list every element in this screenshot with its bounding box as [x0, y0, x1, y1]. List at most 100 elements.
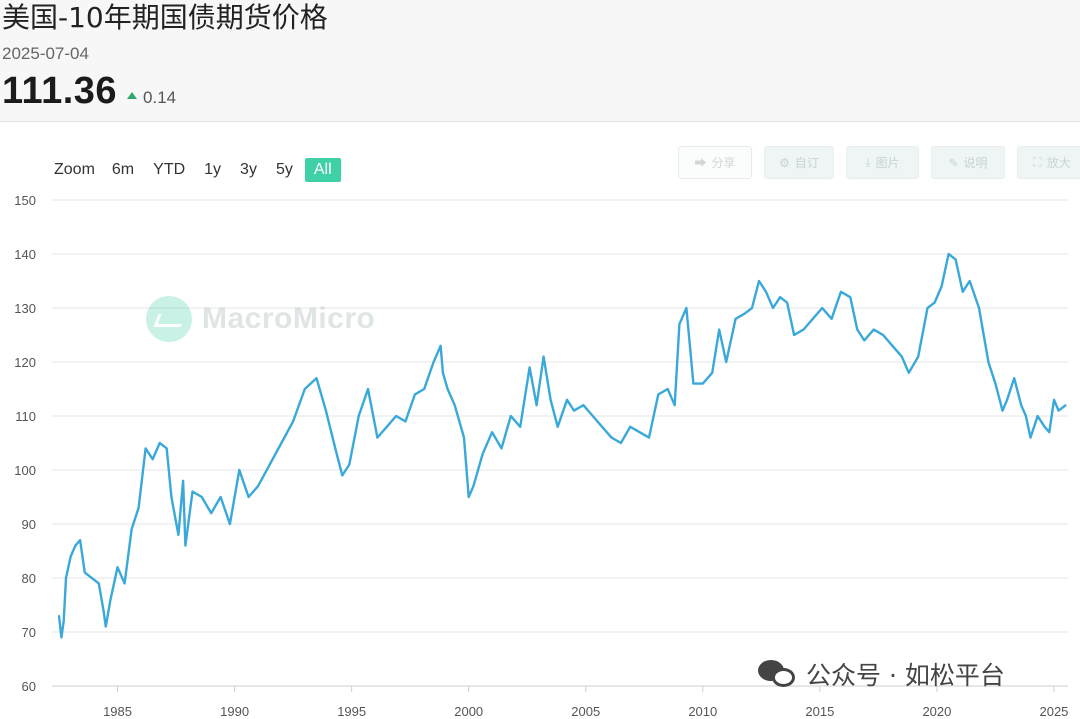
data-point: [97, 582, 100, 585]
data-point: [268, 463, 271, 466]
x-tick-label: 2025: [1039, 704, 1068, 719]
data-point: [802, 328, 805, 331]
data-point: [933, 301, 936, 304]
expand-icon: ⛶: [1033, 155, 1042, 169]
data-point: [200, 496, 203, 498]
data-point: [961, 290, 964, 293]
x-tick-label: 2015: [805, 704, 834, 719]
note-button[interactable]: ✎ 说明: [931, 146, 1005, 179]
data-point: [648, 436, 650, 439]
y-tick-label: 130: [14, 301, 36, 316]
data-point: [821, 307, 824, 309]
data-point: [74, 544, 77, 547]
triangle-up-icon: [127, 92, 138, 99]
data-point: [453, 404, 456, 407]
range-button-all[interactable]: All: [304, 158, 341, 182]
y-tick-label: 150: [14, 193, 36, 208]
data-point: [725, 361, 728, 363]
data-point: [65, 577, 67, 579]
x-tick-label: 1990: [220, 704, 249, 719]
data-point: [978, 307, 980, 309]
data-point: [718, 328, 721, 331]
data-point: [1029, 436, 1032, 439]
data-point: [210, 512, 213, 515]
data-point: [657, 393, 660, 396]
y-tick-label: 100: [14, 463, 36, 478]
data-point: [341, 474, 344, 477]
data-point: [439, 344, 442, 347]
x-tick-label: 1995: [337, 704, 366, 719]
data-point: [1006, 398, 1008, 401]
range-button-ytd[interactable]: YTD: [146, 158, 192, 182]
custom-label: 自订: [794, 156, 819, 170]
data-point: [83, 571, 86, 574]
data-point: [395, 415, 397, 417]
range-selector: Zoom 6m YTD 1y 3y 5y All: [54, 158, 346, 182]
data-point: [151, 458, 154, 461]
data-point: [357, 415, 360, 417]
quote-header: 美国-10年期国债期货价格 2025-07-04 111.36 0.14: [0, 0, 1080, 122]
data-point: [385, 425, 388, 428]
data-point: [432, 361, 435, 363]
data-point: [772, 307, 774, 309]
data-point: [238, 469, 241, 471]
data-point: [491, 431, 493, 434]
data-point: [334, 447, 337, 450]
data-point: [1043, 425, 1046, 428]
data-point: [528, 366, 531, 369]
y-tick-label: 140: [14, 247, 36, 262]
data-point: [692, 382, 695, 385]
data-point: [423, 388, 426, 390]
range-button-6m[interactable]: 6m: [105, 158, 141, 182]
custom-button[interactable]: ⚙ 自订: [764, 146, 834, 179]
range-button-1y[interactable]: 1y: [197, 158, 228, 182]
data-point: [666, 388, 669, 390]
data-point: [1036, 415, 1039, 417]
data-point: [367, 388, 369, 390]
range-button-3y[interactable]: 3y: [233, 158, 264, 182]
x-tick-label: 2020: [922, 704, 951, 719]
data-point: [177, 533, 180, 536]
image-download-button[interactable]: ⤓ 图片: [846, 146, 919, 179]
download-icon: ⤓: [865, 155, 871, 169]
data-point: [811, 317, 814, 320]
share-button[interactable]: ⮕ 分享: [678, 146, 752, 179]
data-point: [673, 404, 676, 407]
data-point: [1057, 409, 1060, 412]
data-point: [165, 447, 168, 450]
data-point: [519, 425, 522, 428]
range-button-5y[interactable]: 5y: [269, 158, 300, 182]
x-tick-label: 2005: [571, 704, 600, 719]
data-point: [472, 485, 475, 488]
data-point: [940, 285, 943, 288]
zoom-label: Zoom: [54, 161, 95, 178]
data-point: [968, 280, 971, 282]
share-icon: ⮕: [694, 156, 707, 170]
data-point: [170, 496, 173, 498]
data-point: [786, 301, 788, 304]
data-point: [109, 598, 112, 601]
data-point: [102, 609, 105, 612]
data-point: [130, 528, 133, 531]
macromicro-logo-icon: [146, 296, 192, 342]
data-point: [404, 420, 407, 423]
quote-date: 2025-07-04: [2, 44, 89, 63]
enlarge-button[interactable]: ⛶ 放大: [1017, 146, 1080, 179]
data-point: [1064, 404, 1067, 407]
data-point: [1025, 415, 1027, 417]
wechat-icon: [758, 658, 796, 690]
data-point: [701, 382, 704, 385]
data-point: [1001, 409, 1004, 412]
data-point: [315, 377, 318, 380]
data-point: [891, 344, 894, 347]
data-point: [601, 425, 603, 428]
data-point: [882, 334, 884, 336]
data-point: [629, 425, 632, 428]
data-point: [58, 614, 60, 617]
data-point: [751, 307, 753, 309]
data-point: [678, 323, 681, 326]
data-point: [1013, 377, 1016, 380]
data-point: [994, 382, 997, 385]
data-point: [292, 420, 294, 423]
data-point: [947, 253, 950, 255]
